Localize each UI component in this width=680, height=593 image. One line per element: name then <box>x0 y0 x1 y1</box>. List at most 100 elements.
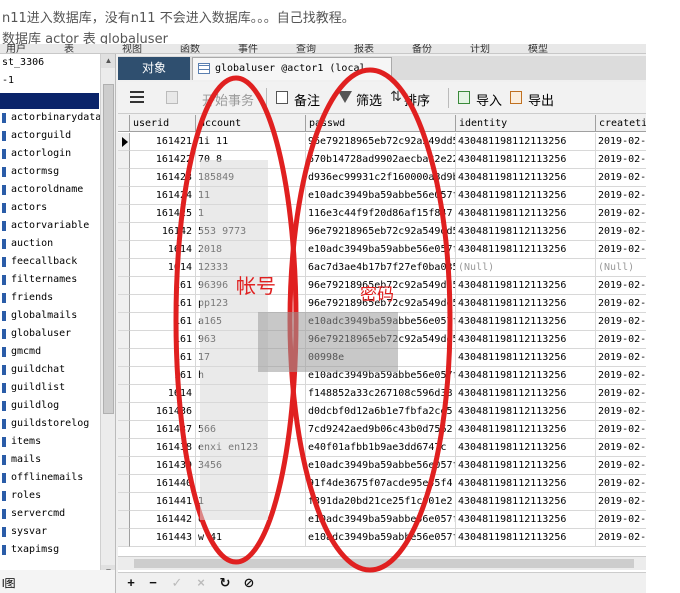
table-row[interactable]: 161421 1i 11 96e79218965eb72c92a549dd5 4304… <box>118 133 646 151</box>
cell-created[interactable]: 2019-02-2 <box>596 313 646 331</box>
cell-account[interactable]: 1i 11 <box>196 133 306 151</box>
row-indicator[interactable] <box>118 331 130 349</box>
cell-created[interactable]: 2019-02-2 <box>596 511 646 529</box>
table-row[interactable]: 161425 1 116e3c44f9f20d86af15f847 43048119… <box>118 205 646 223</box>
column-header-account[interactable]: account <box>196 115 306 132</box>
table-row[interactable]: 161443 w 41 e10adc3949ba59abbe56e057f 43048… <box>118 529 646 547</box>
cell-identity[interactable]: 430481198112113256 <box>456 277 596 295</box>
cell-account[interactable]: a165 <box>196 313 306 331</box>
row-indicator[interactable] <box>118 151 130 169</box>
import-button[interactable]: 导入 <box>458 82 506 114</box>
cell-account[interactable]: h <box>196 367 306 385</box>
cell-account[interactable]: 185849 <box>196 169 306 187</box>
cell-userid[interactable]: 161440 <box>130 475 196 493</box>
cell-created[interactable]: 2019-02-2 <box>596 367 646 385</box>
tree-item-gmcmd[interactable]: gmcmd <box>0 343 100 361</box>
table-row[interactable]: 161437 566 7cd9242aed9b06c43b0d7562 4304811… <box>118 421 646 439</box>
column-header-passwd[interactable]: passwd <box>306 115 456 132</box>
row-indicator[interactable] <box>118 205 130 223</box>
cell-identity[interactable]: 430481198112113256 <box>456 385 596 403</box>
cell-userid[interactable]: 161 <box>130 277 196 295</box>
cell-userid[interactable]: 16142 <box>130 223 196 241</box>
cell-passwd[interactable]: e10adc3949ba59abbe56e057f <box>306 187 456 205</box>
cell-userid[interactable]: 161438 <box>130 439 196 457</box>
tree-item-actoroldname[interactable]: actoroldname <box>0 181 100 199</box>
cell-identity[interactable]: 430481198112113256 <box>456 295 596 313</box>
tab-globaluser[interactable]: globaluser @actor1 (local... <box>192 57 392 80</box>
cell-userid[interactable]: 161421 <box>130 133 196 151</box>
cell-passwd[interactable]: e10adc3949ba59abbe56e057f <box>306 241 456 259</box>
cell-account[interactable]: 2018 <box>196 241 306 259</box>
menu-item[interactable]: 表 <box>64 44 74 53</box>
tree-item-guildlist[interactable]: guildlist <box>0 379 100 397</box>
row-indicator[interactable] <box>118 385 130 403</box>
cell-userid[interactable]: 161424 <box>130 187 196 205</box>
tree-item-actors[interactable]: actors <box>0 199 100 217</box>
cell-created[interactable]: 2019-02-2 <box>596 241 646 259</box>
hamburger-icon[interactable] <box>130 91 144 103</box>
tree-item-sysvar[interactable]: sysvar <box>0 523 100 541</box>
stop-icon[interactable]: ⊘ <box>240 574 258 592</box>
tree-item-actorguild[interactable]: actorguild <box>0 127 100 145</box>
cell-identity[interactable]: 430481198112113256 <box>456 529 596 547</box>
tree-item-items[interactable]: items <box>0 433 100 451</box>
tree-item-offlinemails[interactable]: offlinemails <box>0 469 100 487</box>
table-row[interactable]: 1614 2018 e10adc3949ba59abbe56e057f 4304811… <box>118 241 646 259</box>
cell-created[interactable]: 2019-02-2 <box>596 475 646 493</box>
export-button[interactable]: 导出 <box>510 82 558 114</box>
cell-passwd[interactable]: 6ac7d3ae4b17b7f27ef0ba035 <box>306 259 456 277</box>
cell-passwd[interactable]: e10adc3949ba59abbe56e057f <box>306 529 456 547</box>
scroll-thumb[interactable] <box>103 84 114 414</box>
menu-item[interactable]: 计划 <box>470 44 490 53</box>
cell-userid[interactable]: 161443 <box>130 529 196 547</box>
cell-account[interactable]: 553 9773 <box>196 223 306 241</box>
table-row[interactable]: 161442 o e10adc3949ba59abbe56e057f 4304811… <box>118 511 646 529</box>
cell-userid[interactable]: 161439 <box>130 457 196 475</box>
cell-identity[interactable]: 430481198112113256 <box>456 133 596 151</box>
cell-created[interactable]: 2019-02-2 <box>596 385 646 403</box>
row-indicator[interactable] <box>118 313 130 331</box>
cell-identity[interactable]: 430481198112113256 <box>456 367 596 385</box>
cell-identity[interactable]: 430481198112113256 <box>456 421 596 439</box>
row-indicator[interactable] <box>118 511 130 529</box>
cell-created[interactable]: 2019-02-2 <box>596 151 646 169</box>
cell-account[interactable]: 17 <box>196 349 306 367</box>
filter-button[interactable]: 筛选 <box>338 82 384 114</box>
add-icon[interactable]: + <box>122 574 140 592</box>
cell-passwd[interactable]: e10adc3949ba59abbe56e057f <box>306 313 456 331</box>
begin-transaction-button[interactable]: 开始事务 <box>166 82 262 114</box>
table-row[interactable]: 161441 1 f391da20bd21ce25f1c901e2 430481198… <box>118 493 646 511</box>
menu-item[interactable]: 模型 <box>528 44 548 53</box>
table-row[interactable]: 161422 70 8 670b14728ad9902aecba32e22 43048… <box>118 151 646 169</box>
row-indicator[interactable] <box>118 493 130 511</box>
cell-passwd[interactable]: 116e3c44f9f20d86af15f847 <box>306 205 456 223</box>
row-indicator[interactable] <box>118 223 130 241</box>
table-row[interactable]: 161440 91f4de3675f07acde95e45f4 4304811981… <box>118 475 646 493</box>
sort-button[interactable]: ⇅ 排序 <box>390 82 438 114</box>
column-header-userid[interactable]: userid <box>130 115 196 132</box>
check-icon[interactable]: ✓ <box>168 574 186 592</box>
cell-created[interactable]: 2019-02-2 <box>596 529 646 547</box>
row-indicator[interactable] <box>118 457 130 475</box>
cell-account[interactable]: 1 <box>196 493 306 511</box>
tree-item-actorbinarydata[interactable]: actorbinarydata <box>0 109 101 127</box>
cell-passwd[interactable]: 7cd9242aed9b06c43b0d7562 <box>306 421 456 439</box>
table-row[interactable]: 161 h e10adc3949ba59abbe56e057f 43048119811… <box>118 367 646 385</box>
cell-account[interactable] <box>196 385 306 403</box>
table-row[interactable]: 1611700998e4304811981121132562019-02-2 <box>118 349 646 367</box>
cell-account[interactable]: 566 <box>196 421 306 439</box>
cell-identity[interactable]: 430481198112113256 <box>456 169 596 187</box>
table-row[interactable]: 161 a165 e10adc3949ba59abbe56e057f 43048119… <box>118 313 646 331</box>
cell-userid[interactable]: 161437 <box>130 421 196 439</box>
cell-identity[interactable]: 430481198112113256 <box>456 511 596 529</box>
cell-account[interactable]: 1 <box>196 205 306 223</box>
menu-item[interactable]: 视图 <box>122 44 142 53</box>
table-row[interactable]: 161424 11 e10adc3949ba59abbe56e057f 430481… <box>118 187 646 205</box>
row-indicator[interactable] <box>118 421 130 439</box>
selected-database-row[interactable] <box>0 93 99 109</box>
cell-identity[interactable]: 430481198112113256 <box>456 313 596 331</box>
cell-userid[interactable]: 161425 <box>130 205 196 223</box>
row-indicator[interactable] <box>118 241 130 259</box>
cell-passwd[interactable]: e40f01afbb1b9ae3dd6747c <box>306 439 456 457</box>
table-row[interactable]: 1614 12333 6ac7d3ae4b17b7f27ef0ba035 (Null)… <box>118 259 646 277</box>
